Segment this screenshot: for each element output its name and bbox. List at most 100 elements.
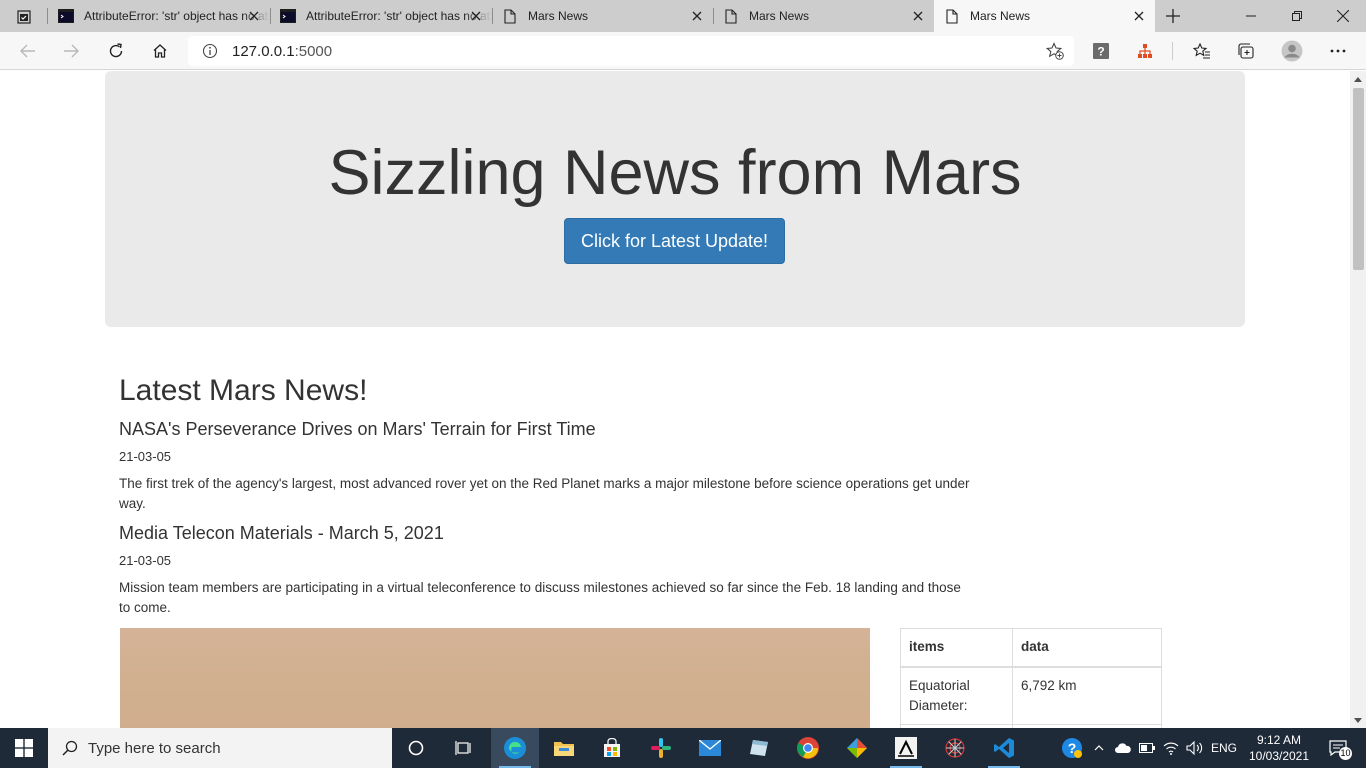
article-date: 21-03-05	[119, 449, 172, 464]
edge-icon	[504, 737, 526, 759]
article-title: Media Telecon Materials - March 5, 2021	[119, 523, 444, 543]
info-icon[interactable]	[202, 43, 218, 64]
close-icon	[1337, 10, 1349, 22]
tab-attributeerror-1[interactable]: AttributeError: 'str' object has no attr…	[48, 0, 270, 32]
minimize-icon	[1246, 15, 1256, 17]
taskbar-search-box[interactable]: Type here to search	[48, 728, 392, 768]
scroll-up-button[interactable]	[1350, 71, 1366, 87]
collections-button[interactable]	[1232, 37, 1260, 65]
refresh-icon	[109, 43, 123, 58]
task-view-button[interactable]	[440, 728, 488, 768]
home-icon	[153, 44, 167, 58]
chevron-up-icon[interactable]	[1090, 728, 1108, 768]
table-cell-item: Equatorial Diameter:	[900, 666, 1013, 725]
git-icon	[847, 738, 867, 758]
action-center-button[interactable]: 10	[1318, 728, 1358, 768]
windows-taskbar: Type here to search ? ENG 9:12 AM 10/03/…	[0, 728, 1366, 768]
browser-toolbar: 127.0.0.1:5000 ?	[0, 32, 1366, 70]
url-port: :5000	[294, 43, 333, 60]
taskbar-app-file-explorer[interactable]	[540, 728, 588, 768]
latest-update-button[interactable]: Click for Latest Update!	[564, 218, 785, 264]
tab-mars-news-active[interactable]: Mars News	[934, 0, 1155, 32]
cortana-icon	[408, 740, 424, 756]
taskbar-app-terminal[interactable]	[882, 728, 930, 768]
help-extension-button[interactable]: ?	[1087, 37, 1115, 65]
taskbar-app-spider[interactable]	[931, 728, 979, 768]
profile-button[interactable]	[1278, 37, 1306, 65]
close-tab-icon[interactable]	[910, 8, 926, 24]
column-header-data: data	[1012, 628, 1162, 668]
refresh-button[interactable]	[102, 37, 130, 65]
new-tab-button[interactable]	[1162, 5, 1184, 27]
mail-icon	[699, 740, 721, 756]
chrome-icon	[797, 737, 819, 759]
mars-facts-table: items data Equatorial Diameter: 6,792 km	[900, 628, 1162, 728]
tab-actions-icon	[17, 10, 31, 24]
restore-icon	[1292, 11, 1302, 21]
close-tab-icon[interactable]	[468, 8, 484, 24]
more-icon	[1330, 49, 1346, 53]
article-title: NASA's Perseverance Drives on Mars' Terr…	[119, 419, 596, 439]
taskbar-app-mail[interactable]	[686, 728, 734, 768]
battery-icon[interactable]	[1136, 728, 1158, 768]
caret-down-icon	[1354, 717, 1362, 723]
scroll-down-button[interactable]	[1350, 712, 1366, 728]
close-tab-icon[interactable]	[1131, 8, 1147, 24]
favorites-icon	[1193, 43, 1210, 59]
vscode-icon	[994, 738, 1014, 758]
featured-mars-image	[120, 628, 870, 728]
windows-icon	[15, 739, 33, 757]
tab-title: Mars News	[970, 9, 1031, 23]
tab-title: Mars News	[749, 9, 810, 23]
tab-attributeerror-2[interactable]: AttributeError: 'str' object has no attr…	[270, 0, 492, 32]
taskbar-app-chrome[interactable]	[784, 728, 832, 768]
folder-icon	[554, 742, 574, 756]
taskbar-app-vscode[interactable]	[980, 728, 1028, 768]
tab-mars-news-2[interactable]: Mars News	[713, 0, 934, 32]
close-tab-icon[interactable]	[689, 8, 705, 24]
vertical-scrollbar[interactable]	[1350, 71, 1366, 728]
table-row: Equatorial Diameter: 6,792 km	[900, 666, 1162, 725]
taskbar-app-slack[interactable]	[637, 728, 685, 768]
minimize-button[interactable]	[1228, 0, 1274, 32]
onedrive-icon[interactable]	[1112, 728, 1134, 768]
system-clock[interactable]: 9:12 AM 10/03/2021	[1240, 732, 1318, 764]
settings-menu-button[interactable]	[1324, 37, 1352, 65]
taskbar-app-sticky[interactable]	[735, 728, 783, 768]
avatar-icon	[1281, 40, 1303, 62]
store-icon	[604, 738, 620, 757]
page-title: Sizzling News from Mars	[328, 138, 1022, 208]
volume-icon[interactable]	[1184, 728, 1206, 768]
back-button[interactable]	[14, 37, 42, 65]
close-tab-icon[interactable]	[246, 8, 262, 24]
taskbar-app-edge[interactable]	[491, 728, 539, 768]
terminal-icon	[58, 8, 74, 24]
svg-text:?: ?	[1097, 45, 1104, 59]
close-window-button[interactable]	[1320, 0, 1366, 32]
tab-actions-button[interactable]	[10, 6, 38, 28]
restore-button[interactable]	[1274, 0, 1320, 32]
start-button[interactable]	[0, 728, 48, 768]
home-button[interactable]	[146, 37, 174, 65]
search-icon	[62, 740, 78, 756]
question-icon: ?	[1093, 43, 1109, 59]
forward-button[interactable]	[57, 37, 85, 65]
clock-date: 10/03/2021	[1248, 749, 1310, 763]
language-indicator[interactable]: ENG	[1208, 728, 1240, 768]
scroll-thumb[interactable]	[1353, 88, 1364, 270]
taskbar-app-store[interactable]	[588, 728, 636, 768]
sitemap-extension-button[interactable]	[1131, 37, 1159, 65]
favorites-button[interactable]	[1188, 37, 1216, 65]
column-header-items: items	[900, 628, 1013, 668]
add-favorite-icon[interactable]	[1045, 42, 1064, 65]
page-icon	[502, 8, 518, 24]
article-teaser: The first trek of the agency's largest, …	[119, 476, 970, 511]
tab-mars-news-1[interactable]: Mars News	[492, 0, 713, 32]
taskbar-app-git[interactable]	[833, 728, 881, 768]
wifi-icon[interactable]	[1160, 728, 1182, 768]
cortana-button[interactable]	[392, 728, 440, 768]
notification-count: 10	[1339, 747, 1352, 760]
tray-help-icon[interactable]: ?	[1058, 728, 1086, 768]
toolbar-divider	[1172, 42, 1173, 60]
address-bar[interactable]: 127.0.0.1:5000	[188, 36, 1074, 66]
